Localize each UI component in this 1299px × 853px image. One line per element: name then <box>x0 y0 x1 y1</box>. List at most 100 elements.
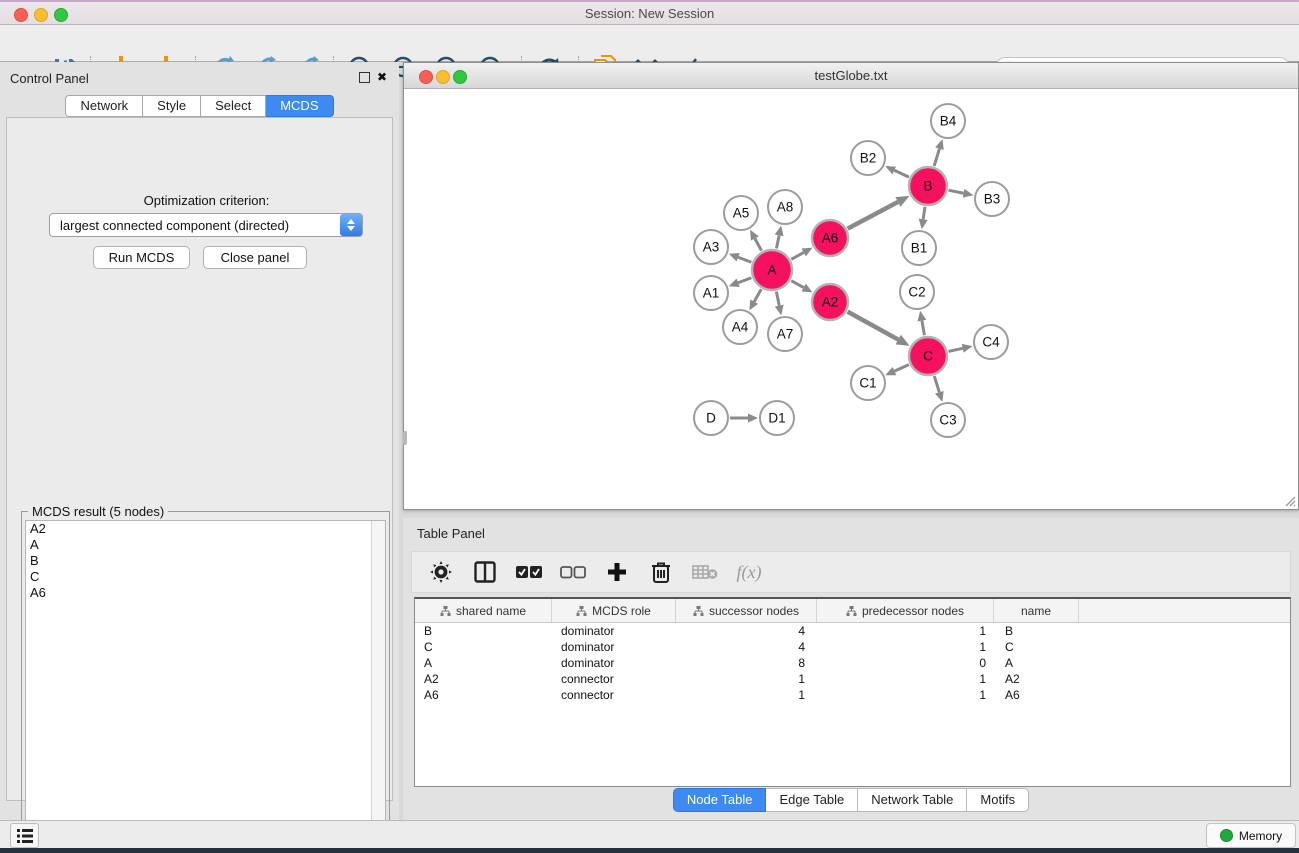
table-cell[interactable]: A6 <box>994 687 1079 703</box>
column-header-successor-nodes[interactable]: successor nodes <box>676 599 817 622</box>
memory-button[interactable]: Memory <box>1206 823 1296 848</box>
table-cell[interactable]: B <box>994 623 1079 639</box>
show-panels-button[interactable] <box>10 823 39 848</box>
tab-select[interactable]: Select <box>201 95 266 117</box>
table-panel: Table Panel ✖ f(x) <box>403 518 1299 820</box>
table-cell[interactable]: A <box>415 655 552 671</box>
table-cell[interactable]: 1 <box>817 623 994 639</box>
desktop-edge <box>0 848 1299 853</box>
table-row[interactable]: Adominator80A <box>415 655 1290 671</box>
table-row[interactable]: Cdominator41C <box>415 639 1290 655</box>
table-cell[interactable]: 4 <box>676 623 817 639</box>
network-graph[interactable]: B4B2BB3A8A5A6A3B1AC2A1A2A4A7C4CC1C3DD1 <box>405 89 1297 508</box>
table-cell[interactable]: B <box>415 623 552 639</box>
dropdown-stepper-icon <box>340 214 362 236</box>
table-cell[interactable]: 1 <box>676 671 817 687</box>
table-settings-button[interactable] <box>426 559 456 585</box>
graph-edge-A-A4[interactable] <box>754 289 761 302</box>
graph-node-label: B3 <box>984 192 1001 207</box>
tab-network[interactable]: Network <box>65 95 143 117</box>
graph-edge-A-A5[interactable] <box>755 238 762 250</box>
tab-style[interactable]: Style <box>143 95 201 117</box>
delete-table-button[interactable] <box>690 559 720 585</box>
graph-edge-A-A1[interactable] <box>738 278 751 283</box>
table-cell[interactable]: 8 <box>676 655 817 671</box>
graph-edge-A-A7[interactable] <box>776 292 779 306</box>
column-header-label: predecessor nodes <box>862 604 964 618</box>
graph-edge-A2-C[interactable] <box>848 312 899 340</box>
graph-edge-C-C1[interactable] <box>894 365 908 371</box>
table-cell[interactable]: 1 <box>817 687 994 703</box>
mcds-result-list[interactable]: A2ABCA6 <box>25 520 386 852</box>
graph-edge-C-C4[interactable] <box>948 348 962 351</box>
toggle-column-view-button[interactable] <box>470 559 500 585</box>
graph-edge-A-A3[interactable] <box>738 257 751 262</box>
run-mcds-button[interactable]: Run MCDS <box>93 246 190 269</box>
graph-edge-C-C3[interactable] <box>934 376 939 392</box>
float-panel-icon[interactable] <box>359 72 370 83</box>
table-cell[interactable]: A2 <box>994 671 1079 687</box>
table-cell[interactable]: A <box>994 655 1079 671</box>
column-header-predecessor-nodes[interactable]: predecessor nodes <box>817 599 994 622</box>
table-cell[interactable]: dominator <box>552 639 676 655</box>
table-cell[interactable]: 1 <box>817 671 994 687</box>
table-cell[interactable]: 1 <box>676 687 817 703</box>
result-list-item[interactable]: B <box>26 553 385 569</box>
function-builder-button[interactable]: f(x) <box>734 559 764 585</box>
graph-node-label: D1 <box>768 411 785 426</box>
result-list-item[interactable]: A2 <box>26 521 385 537</box>
hierarchy-icon <box>693 606 704 616</box>
deselect-all-rows-button[interactable] <box>558 559 588 585</box>
result-list-item[interactable]: A <box>26 537 385 553</box>
table-cell[interactable]: 0 <box>817 655 994 671</box>
graph-edge-B-B4[interactable] <box>934 149 939 166</box>
resize-grip-icon[interactable] <box>1284 495 1296 507</box>
add-column-button[interactable] <box>602 559 632 585</box>
column-header-mcds-role[interactable]: MCDS role <box>552 599 676 622</box>
graph-edge-C-C2[interactable] <box>922 321 925 336</box>
graph-edge-A-A6[interactable] <box>791 252 803 259</box>
column-header-label: MCDS role <box>592 604 651 618</box>
column-header-shared-name[interactable]: shared name <box>415 599 552 622</box>
graph-edge-B-B3[interactable] <box>949 190 964 193</box>
graph-edge-A6-B[interactable] <box>848 202 898 229</box>
column-header-name[interactable]: name <box>994 599 1079 622</box>
table-cell[interactable]: dominator <box>552 623 676 639</box>
table-row[interactable]: Bdominator41B <box>415 623 1290 639</box>
tab-motifs[interactable]: Motifs <box>967 788 1029 812</box>
table-cell[interactable]: dominator <box>552 655 676 671</box>
graph-edge-A-A2[interactable] <box>791 281 803 288</box>
network-canvas[interactable]: B4B2BB3A8A5A6A3B1AC2A1A2A4A7C4CC1C3DD1 <box>405 89 1297 508</box>
tab-node-table[interactable]: Node Table <box>673 788 767 812</box>
table-cell[interactable]: 4 <box>676 639 817 655</box>
table-cell[interactable]: C <box>415 639 552 655</box>
network-window-titlebar[interactable]: testGlobe.txt <box>404 63 1298 89</box>
split-columns-icon <box>474 561 496 583</box>
select-all-rows-button[interactable] <box>514 559 544 585</box>
splitter-handle[interactable] <box>403 431 407 445</box>
close-panel-button[interactable]: Close panel <box>203 246 307 269</box>
tab-mcds[interactable]: MCDS <box>266 95 333 117</box>
table-cell[interactable]: connector <box>552 671 676 687</box>
result-list-item[interactable]: C <box>26 569 385 585</box>
node-table[interactable]: shared name MCDS role successor nodes prede… <box>414 597 1291 787</box>
criterion-dropdown[interactable]: largest connected component (directed) <box>49 213 363 237</box>
tab-network-table[interactable]: Network Table <box>858 788 967 812</box>
table-cell[interactable]: C <box>994 639 1079 655</box>
tab-edge-table[interactable]: Edge Table <box>766 788 858 812</box>
result-list-item[interactable]: A6 <box>26 585 385 601</box>
result-list-scrollbar[interactable] <box>371 521 385 851</box>
graph-edge-B-B2[interactable] <box>894 170 909 177</box>
graph-edge-A-A8[interactable] <box>776 235 779 248</box>
delete-column-button[interactable] <box>646 559 676 585</box>
table-cell[interactable]: A6 <box>415 687 552 703</box>
table-cell[interactable]: A2 <box>415 671 552 687</box>
table-cell[interactable]: connector <box>552 687 676 703</box>
table-cell[interactable]: 1 <box>817 639 994 655</box>
table-row[interactable]: A2connector11A2 <box>415 671 1290 687</box>
graph-edge-B-B1[interactable] <box>923 207 925 220</box>
table-row[interactable]: A6connector11A6 <box>415 687 1290 703</box>
close-panel-icon[interactable]: ✖ <box>377 71 387 83</box>
control-panel: Control Panel ✖ Optimization criterion: … <box>0 62 399 820</box>
mcds-result-title: MCDS result (5 nodes) <box>28 504 168 519</box>
